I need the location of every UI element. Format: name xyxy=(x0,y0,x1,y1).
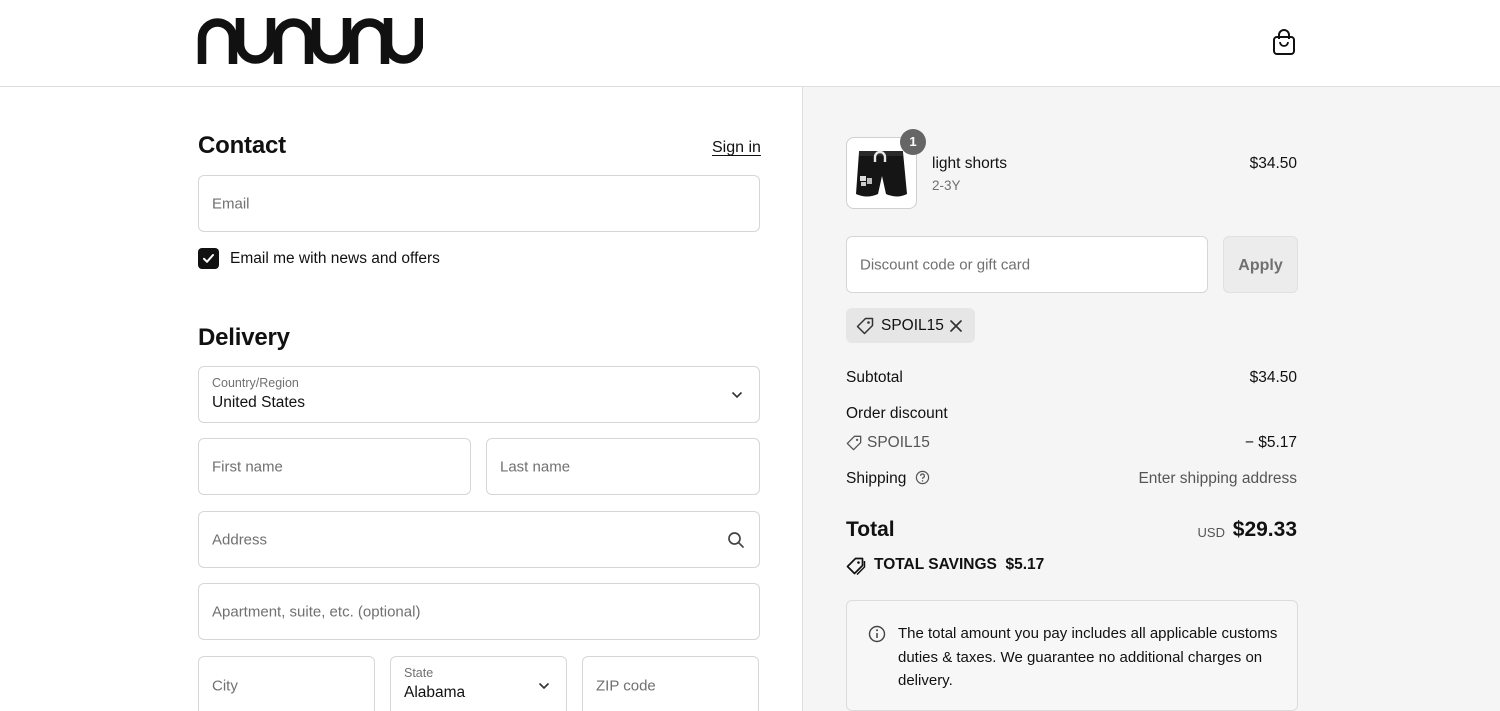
contact-heading: Contact xyxy=(198,132,286,159)
country-select[interactable]: Country/Region United States xyxy=(198,366,760,423)
city-placeholder: City xyxy=(212,677,238,695)
duties-notice: The total amount you pay includes all ap… xyxy=(846,600,1298,711)
product-variant: 2-3Y xyxy=(932,178,961,193)
state-label: State xyxy=(404,666,434,680)
address-placeholder: Address xyxy=(212,531,268,548)
order-discount-label: Order discount xyxy=(846,405,948,422)
first-name-placeholder: First name xyxy=(212,458,283,475)
address-field[interactable]: Address xyxy=(198,511,760,568)
apply-button[interactable]: Apply xyxy=(1223,236,1298,293)
shipping-row: Shipping xyxy=(846,470,930,488)
discount-code-row: SPOIL15 xyxy=(846,434,930,452)
quantity-badge: 1 xyxy=(900,129,926,155)
checkmark-icon xyxy=(203,254,214,263)
zip-placeholder: ZIP code xyxy=(596,677,656,695)
search-icon[interactable] xyxy=(727,531,745,549)
help-icon[interactable] xyxy=(915,470,930,485)
shipping-value: Enter shipping address xyxy=(1138,470,1297,487)
tag-icon xyxy=(846,435,862,451)
savings-label: TOTAL SAVINGS xyxy=(874,556,997,573)
discount-code-input[interactable]: Discount code or gift card xyxy=(846,236,1208,293)
product-price: $34.50 xyxy=(1249,155,1297,172)
shopping-bag-icon[interactable] xyxy=(1270,28,1298,58)
first-name-field[interactable]: First name xyxy=(198,438,471,495)
close-icon[interactable] xyxy=(949,319,963,333)
newsletter-label: Email me with news and offers xyxy=(230,250,440,267)
currency-label: USD xyxy=(1197,525,1225,540)
chevron-down-icon xyxy=(538,682,550,690)
city-field[interactable]: City xyxy=(198,656,375,711)
header xyxy=(0,0,1500,87)
email-placeholder: Email xyxy=(212,195,250,212)
nununu-logo[interactable] xyxy=(197,18,423,64)
state-value: Alabama xyxy=(404,684,466,701)
zip-field[interactable]: ZIP code xyxy=(582,656,759,711)
apartment-placeholder: Apartment, suite, etc. (optional) xyxy=(212,603,421,620)
total-value: $29.33 xyxy=(1232,518,1297,541)
state-select[interactable]: State Alabama xyxy=(390,656,567,711)
info-icon xyxy=(868,625,886,643)
newsletter-checkbox[interactable] xyxy=(198,248,219,269)
country-label: Country/Region xyxy=(212,376,299,390)
apartment-field[interactable]: Apartment, suite, etc. (optional) xyxy=(198,583,760,640)
product-name: light shorts xyxy=(932,155,1007,172)
total-label: Total xyxy=(846,518,895,541)
applied-code: SPOIL15 xyxy=(881,317,944,334)
discount-placeholder: Discount code or gift card xyxy=(860,256,1031,273)
subtotal-value: $34.50 xyxy=(1249,369,1297,386)
email-field[interactable]: Email xyxy=(198,175,760,232)
tag-icon xyxy=(856,317,874,335)
delivery-heading: Delivery xyxy=(198,324,290,351)
shipping-label: Shipping xyxy=(846,470,907,487)
discount-value: − $5.17 xyxy=(1244,434,1297,451)
last-name-placeholder: Last name xyxy=(500,458,571,475)
savings-tag-icon xyxy=(846,557,866,575)
discount-code-label: SPOIL15 xyxy=(867,434,930,451)
duties-notice-text: The total amount you pay includes all ap… xyxy=(898,625,1278,689)
last-name-field[interactable]: Last name xyxy=(486,438,760,495)
country-value: United States xyxy=(212,394,306,411)
chevron-down-icon xyxy=(731,391,743,398)
applied-discount-chip: SPOIL15 xyxy=(846,308,975,343)
savings-value: $5.17 xyxy=(1005,556,1045,573)
sign-in-link[interactable]: Sign in xyxy=(712,139,761,157)
subtotal-label: Subtotal xyxy=(846,369,903,386)
